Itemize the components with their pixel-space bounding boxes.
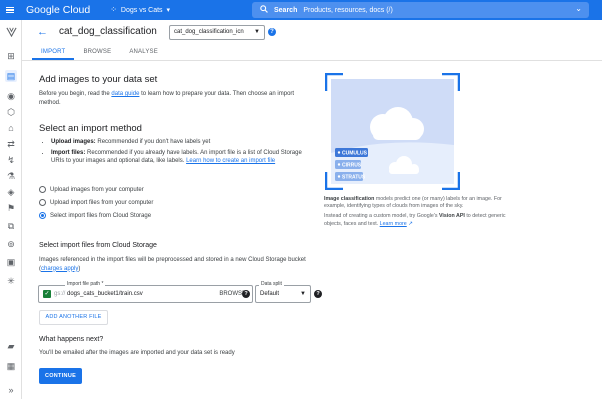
help-icon[interactable]: ?	[242, 290, 250, 298]
project-name: Dogs vs Cats	[120, 6, 163, 14]
model-select-value: cat_dog_classification_icn	[174, 29, 244, 35]
folder-icon[interactable]: ▰	[5, 340, 17, 352]
experiments-icon[interactable]: ⚗	[5, 170, 17, 182]
dropdown-arrow-icon: ▼	[254, 29, 260, 35]
radio-upload-images[interactable]: Upload images from your computer	[39, 186, 153, 193]
intro-text: Before you begin, read the data guide to…	[39, 90, 314, 107]
title-bar: ← cat_dog_classification cat_dog_classif…	[22, 20, 602, 46]
storage-text-end: )	[78, 265, 81, 272]
next-heading: What happens next?	[39, 336, 104, 343]
search-placeholder: Products, resources, docs (/)	[303, 6, 393, 14]
menu-icon[interactable]	[0, 0, 20, 20]
metadata-icon[interactable]: ⊚	[5, 238, 17, 250]
page-title: cat_dog_classification	[59, 26, 157, 37]
bullet1-bold: Upload images:	[51, 139, 96, 145]
dropdown-arrow-icon: ▼	[300, 291, 306, 297]
chevron-down-icon: ▾	[166, 7, 171, 14]
vision-api-text: Vision API	[438, 213, 465, 220]
tab-bar: IMPORT BROWSE ANALYSE	[32, 46, 167, 60]
search-bar[interactable]: Search Products, resources, docs (/) ⌄	[252, 2, 589, 18]
dashboard-icon[interactable]: ⊞	[5, 50, 17, 62]
add-another-file-button[interactable]: ADD ANOTHER FILE	[39, 310, 108, 325]
gs-prefix: gs://	[54, 291, 66, 297]
search-label: Search	[274, 6, 298, 14]
help-icon[interactable]: ?	[268, 28, 276, 36]
training-icon[interactable]: ↯	[5, 154, 17, 166]
data-guide-link[interactable]: data guide	[111, 91, 139, 97]
search-icon	[260, 5, 268, 15]
notebooks-icon[interactable]: ▣	[5, 256, 17, 268]
section-heading-add-images: Add images to your data set	[39, 74, 158, 85]
batch-predictions-icon[interactable]: ⧉	[5, 220, 17, 232]
help-icon[interactable]: ?	[314, 290, 322, 298]
section-heading-import-method: Select an import method	[39, 123, 142, 134]
endpoints-icon[interactable]: ⚑	[5, 202, 17, 214]
open-external-icon: ↗	[406, 220, 413, 227]
check-icon: ✓	[43, 290, 51, 298]
back-arrow-icon[interactable]: ←	[37, 26, 48, 38]
project-icon: ⁘	[110, 5, 117, 14]
next-text: You'll be emailed after the images are i…	[39, 350, 235, 356]
models-icon[interactable]: ◈	[5, 186, 17, 198]
radio-circle[interactable]	[39, 199, 46, 206]
radio-upload-import-files[interactable]: Upload import files from your computer	[39, 199, 153, 206]
import-file-path-label: Import file path *	[65, 281, 106, 287]
bullet1-text: Recommended if you don't have labels yet	[95, 139, 211, 145]
import-file-help-link[interactable]: Learn how to create an import file	[186, 158, 275, 164]
radio-circle-selected[interactable]	[39, 212, 46, 219]
radio-label: Upload images from your computer	[50, 186, 144, 193]
storage-heading: Select import files from Cloud Storage	[39, 242, 157, 249]
tab-import[interactable]: IMPORT	[32, 46, 75, 60]
left-nav: ⊞ ▤ ◉ ⬡ ⌂ ⇄ ↯ ⚗ ◈ ⚑ ⧉ ⊚ ▣ ✳ ▰ ▦ »	[0, 20, 22, 399]
clipboard-icon[interactable]: ▦	[5, 360, 17, 372]
project-selector[interactable]: ⁘ Dogs vs Cats ▾	[110, 5, 171, 15]
tab-browse[interactable]: BROWSE	[74, 46, 120, 60]
tag-cirrus: CIRRUS	[342, 163, 362, 169]
import-file-path-field[interactable]: Import file path * ✓ gs:// dogs_cats_buc…	[38, 281, 253, 303]
import-options: Upload images from your computer Upload …	[39, 186, 153, 219]
list-item: Upload images: Recommended if you don't …	[51, 138, 311, 147]
top-bar: Google Cloud ⁘ Dogs vs Cats ▾ Search Pro…	[0, 0, 602, 20]
google-cloud-logo[interactable]: Google Cloud	[26, 4, 90, 16]
learn-more-link[interactable]: Learn more	[380, 221, 407, 227]
collapse-nav-icon[interactable]: »	[5, 384, 17, 396]
caption-bold: Image classification	[324, 196, 375, 202]
radio-label: Upload import files from your computer	[50, 199, 154, 206]
tag-icon[interactable]: ⌂	[5, 122, 17, 134]
data-split-label: Data split	[259, 281, 284, 287]
caption-text2: Instead of creating a custom model, try …	[324, 213, 439, 220]
tag-stratus: STRATUS	[342, 175, 366, 181]
caption-paragraph-2: Instead of creating a custom model, try …	[324, 213, 514, 227]
pipelines-icon[interactable]: ⇄	[5, 138, 17, 150]
radio-cloud-storage[interactable]: Select import files from Cloud Storage	[39, 212, 153, 219]
continue-button[interactable]: CONTINUE	[39, 368, 82, 384]
tag-cumulus: CUMULUS	[342, 151, 368, 157]
logo-google-text: Google	[26, 4, 60, 16]
data-split-value: Default	[260, 291, 280, 297]
labeling-icon[interactable]: ⬡	[5, 106, 17, 118]
illustration-caption: Image classification models predict one …	[324, 196, 514, 228]
list-item: Import files: Recommended if you already…	[51, 149, 311, 166]
model-select[interactable]: cat_dog_classification_icn ▼	[169, 25, 265, 40]
feature-store-icon[interactable]: ◉	[5, 90, 17, 102]
marketplace-icon[interactable]: ✳	[5, 275, 17, 287]
tab-analyse[interactable]: ANALYSE	[120, 46, 167, 60]
cloud-classification-illustration: CUMULUS CIRRUS STRATUS	[324, 72, 461, 191]
logo-cloud-text: Cloud	[62, 4, 91, 16]
tab-divider	[22, 60, 602, 61]
vertex-ai-icon[interactable]	[5, 26, 17, 38]
charges-apply-link[interactable]: charges apply	[41, 266, 78, 272]
radio-circle[interactable]	[39, 186, 46, 193]
expand-search-icon[interactable]: ⌄	[575, 4, 582, 13]
datasets-icon[interactable]: ▤	[5, 70, 17, 82]
data-split-select[interactable]: Data split Default ▼	[255, 281, 311, 303]
intro-text-before: Before you begin, read the	[39, 91, 112, 97]
storage-text: Images referenced in the import files wi…	[39, 256, 329, 273]
caption-paragraph-1: Image classification models predict one …	[324, 196, 514, 210]
bullet2-bold: Import files:	[51, 149, 86, 156]
radio-label: Select import files from Cloud Storage	[50, 212, 152, 219]
method-list: Upload images: Recommended if you don't …	[41, 138, 311, 166]
main-content: ← cat_dog_classification cat_dog_classif…	[22, 20, 602, 399]
import-file-path-input[interactable]: dogs_cats_bucket1/train.csv	[67, 291, 143, 297]
